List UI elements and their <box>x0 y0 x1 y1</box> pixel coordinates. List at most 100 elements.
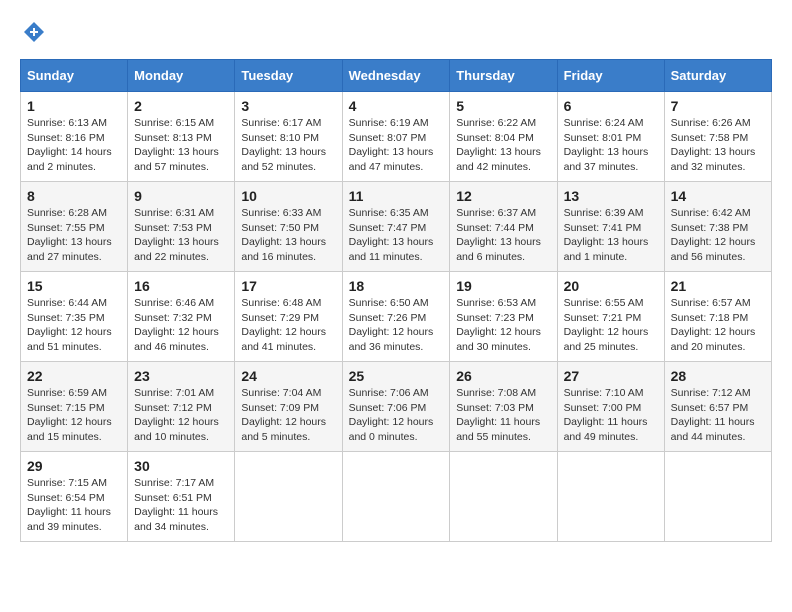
day-number: 12 <box>456 188 550 204</box>
calendar-body: 1 Sunrise: 6:13 AMSunset: 8:16 PMDayligh… <box>21 92 772 542</box>
calendar-cell <box>664 452 771 542</box>
day-info: Sunrise: 6:22 AMSunset: 8:04 PMDaylight:… <box>456 117 541 173</box>
day-info: Sunrise: 6:42 AMSunset: 7:38 PMDaylight:… <box>671 207 756 263</box>
day-number: 25 <box>349 368 444 384</box>
day-number: 8 <box>27 188 121 204</box>
day-of-week-saturday: Saturday <box>664 60 771 92</box>
day-info: Sunrise: 6:24 AMSunset: 8:01 PMDaylight:… <box>564 117 649 173</box>
day-number: 22 <box>27 368 121 384</box>
day-info: Sunrise: 6:46 AMSunset: 7:32 PMDaylight:… <box>134 297 219 353</box>
calendar-header-row: SundayMondayTuesdayWednesdayThursdayFrid… <box>21 60 772 92</box>
week-row-5: 29 Sunrise: 7:15 AMSunset: 6:54 PMDaylig… <box>21 452 772 542</box>
calendar: SundayMondayTuesdayWednesdayThursdayFrid… <box>20 59 772 542</box>
calendar-cell: 11 Sunrise: 6:35 AMSunset: 7:47 PMDaylig… <box>342 182 450 272</box>
calendar-cell: 21 Sunrise: 6:57 AMSunset: 7:18 PMDaylig… <box>664 272 771 362</box>
day-number: 10 <box>241 188 335 204</box>
day-info: Sunrise: 7:06 AMSunset: 7:06 PMDaylight:… <box>349 387 434 443</box>
calendar-cell: 30 Sunrise: 7:17 AMSunset: 6:51 PMDaylig… <box>128 452 235 542</box>
day-info: Sunrise: 7:17 AMSunset: 6:51 PMDaylight:… <box>134 477 218 533</box>
day-of-week-wednesday: Wednesday <box>342 60 450 92</box>
calendar-cell: 8 Sunrise: 6:28 AMSunset: 7:55 PMDayligh… <box>21 182 128 272</box>
day-number: 7 <box>671 98 765 114</box>
header <box>20 20 772 49</box>
calendar-cell: 6 Sunrise: 6:24 AMSunset: 8:01 PMDayligh… <box>557 92 664 182</box>
calendar-cell: 27 Sunrise: 7:10 AMSunset: 7:00 PMDaylig… <box>557 362 664 452</box>
calendar-cell: 7 Sunrise: 6:26 AMSunset: 7:58 PMDayligh… <box>664 92 771 182</box>
day-of-week-thursday: Thursday <box>450 60 557 92</box>
calendar-cell: 26 Sunrise: 7:08 AMSunset: 7:03 PMDaylig… <box>450 362 557 452</box>
day-number: 23 <box>134 368 228 384</box>
week-row-4: 22 Sunrise: 6:59 AMSunset: 7:15 PMDaylig… <box>21 362 772 452</box>
calendar-cell: 15 Sunrise: 6:44 AMSunset: 7:35 PMDaylig… <box>21 272 128 362</box>
calendar-cell: 9 Sunrise: 6:31 AMSunset: 7:53 PMDayligh… <box>128 182 235 272</box>
day-info: Sunrise: 7:08 AMSunset: 7:03 PMDaylight:… <box>456 387 540 443</box>
day-info: Sunrise: 7:04 AMSunset: 7:09 PMDaylight:… <box>241 387 326 443</box>
day-number: 15 <box>27 278 121 294</box>
week-row-3: 15 Sunrise: 6:44 AMSunset: 7:35 PMDaylig… <box>21 272 772 362</box>
day-info: Sunrise: 6:55 AMSunset: 7:21 PMDaylight:… <box>564 297 649 353</box>
day-number: 14 <box>671 188 765 204</box>
calendar-cell <box>450 452 557 542</box>
day-info: Sunrise: 6:33 AMSunset: 7:50 PMDaylight:… <box>241 207 326 263</box>
day-number: 4 <box>349 98 444 114</box>
calendar-cell: 25 Sunrise: 7:06 AMSunset: 7:06 PMDaylig… <box>342 362 450 452</box>
day-info: Sunrise: 7:10 AMSunset: 7:00 PMDaylight:… <box>564 387 648 443</box>
calendar-cell: 20 Sunrise: 6:55 AMSunset: 7:21 PMDaylig… <box>557 272 664 362</box>
day-number: 27 <box>564 368 658 384</box>
day-info: Sunrise: 7:12 AMSunset: 6:57 PMDaylight:… <box>671 387 755 443</box>
calendar-cell: 18 Sunrise: 6:50 AMSunset: 7:26 PMDaylig… <box>342 272 450 362</box>
day-info: Sunrise: 6:28 AMSunset: 7:55 PMDaylight:… <box>27 207 112 263</box>
day-number: 3 <box>241 98 335 114</box>
day-info: Sunrise: 6:59 AMSunset: 7:15 PMDaylight:… <box>27 387 112 443</box>
day-number: 6 <box>564 98 658 114</box>
day-number: 16 <box>134 278 228 294</box>
day-number: 26 <box>456 368 550 384</box>
calendar-cell: 3 Sunrise: 6:17 AMSunset: 8:10 PMDayligh… <box>235 92 342 182</box>
calendar-cell: 28 Sunrise: 7:12 AMSunset: 6:57 PMDaylig… <box>664 362 771 452</box>
day-number: 2 <box>134 98 228 114</box>
calendar-cell: 19 Sunrise: 6:53 AMSunset: 7:23 PMDaylig… <box>450 272 557 362</box>
calendar-cell: 22 Sunrise: 6:59 AMSunset: 7:15 PMDaylig… <box>21 362 128 452</box>
day-info: Sunrise: 6:53 AMSunset: 7:23 PMDaylight:… <box>456 297 541 353</box>
calendar-cell: 5 Sunrise: 6:22 AMSunset: 8:04 PMDayligh… <box>450 92 557 182</box>
logo-icon <box>22 20 46 44</box>
calendar-cell: 2 Sunrise: 6:15 AMSunset: 8:13 PMDayligh… <box>128 92 235 182</box>
calendar-cell <box>342 452 450 542</box>
day-of-week-tuesday: Tuesday <box>235 60 342 92</box>
day-number: 29 <box>27 458 121 474</box>
day-info: Sunrise: 6:48 AMSunset: 7:29 PMDaylight:… <box>241 297 326 353</box>
day-of-week-friday: Friday <box>557 60 664 92</box>
calendar-cell: 29 Sunrise: 7:15 AMSunset: 6:54 PMDaylig… <box>21 452 128 542</box>
day-number: 9 <box>134 188 228 204</box>
logo <box>20 20 46 49</box>
day-number: 1 <box>27 98 121 114</box>
day-info: Sunrise: 6:35 AMSunset: 7:47 PMDaylight:… <box>349 207 434 263</box>
calendar-cell <box>235 452 342 542</box>
calendar-cell: 24 Sunrise: 7:04 AMSunset: 7:09 PMDaylig… <box>235 362 342 452</box>
day-number: 28 <box>671 368 765 384</box>
day-number: 19 <box>456 278 550 294</box>
day-info: Sunrise: 6:57 AMSunset: 7:18 PMDaylight:… <box>671 297 756 353</box>
calendar-cell: 14 Sunrise: 6:42 AMSunset: 7:38 PMDaylig… <box>664 182 771 272</box>
day-of-week-monday: Monday <box>128 60 235 92</box>
week-row-1: 1 Sunrise: 6:13 AMSunset: 8:16 PMDayligh… <box>21 92 772 182</box>
calendar-cell: 13 Sunrise: 6:39 AMSunset: 7:41 PMDaylig… <box>557 182 664 272</box>
day-number: 17 <box>241 278 335 294</box>
day-info: Sunrise: 6:13 AMSunset: 8:16 PMDaylight:… <box>27 117 112 173</box>
day-info: Sunrise: 7:01 AMSunset: 7:12 PMDaylight:… <box>134 387 219 443</box>
day-number: 20 <box>564 278 658 294</box>
day-number: 30 <box>134 458 228 474</box>
day-number: 24 <box>241 368 335 384</box>
day-info: Sunrise: 7:15 AMSunset: 6:54 PMDaylight:… <box>27 477 111 533</box>
calendar-cell: 23 Sunrise: 7:01 AMSunset: 7:12 PMDaylig… <box>128 362 235 452</box>
day-number: 5 <box>456 98 550 114</box>
calendar-cell: 10 Sunrise: 6:33 AMSunset: 7:50 PMDaylig… <box>235 182 342 272</box>
calendar-cell: 1 Sunrise: 6:13 AMSunset: 8:16 PMDayligh… <box>21 92 128 182</box>
calendar-cell: 4 Sunrise: 6:19 AMSunset: 8:07 PMDayligh… <box>342 92 450 182</box>
day-info: Sunrise: 6:19 AMSunset: 8:07 PMDaylight:… <box>349 117 434 173</box>
calendar-cell: 16 Sunrise: 6:46 AMSunset: 7:32 PMDaylig… <box>128 272 235 362</box>
day-of-week-sunday: Sunday <box>21 60 128 92</box>
day-info: Sunrise: 6:50 AMSunset: 7:26 PMDaylight:… <box>349 297 434 353</box>
day-info: Sunrise: 6:31 AMSunset: 7:53 PMDaylight:… <box>134 207 219 263</box>
calendar-cell <box>557 452 664 542</box>
